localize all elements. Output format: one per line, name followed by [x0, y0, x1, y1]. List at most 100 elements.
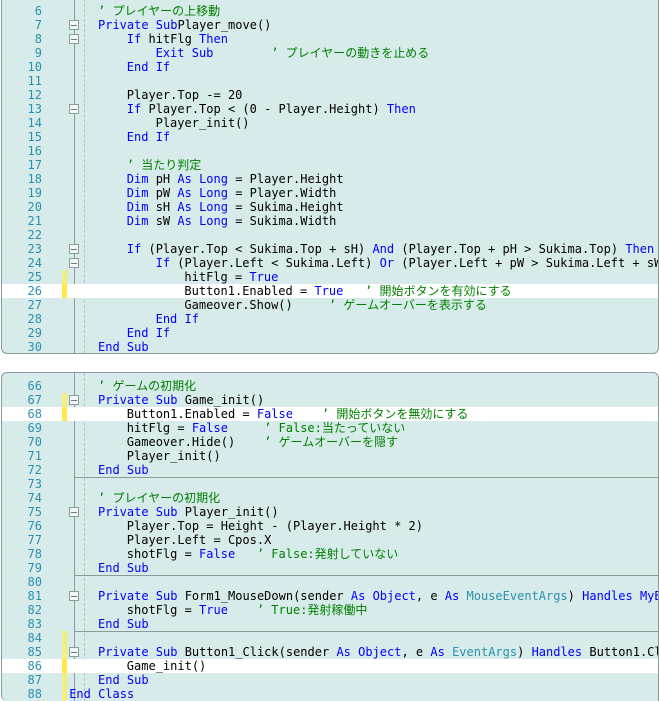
code-line-25[interactable]: 25 hitFlg = True [2, 270, 658, 284]
line-number: 7 [34, 18, 42, 32]
code-line-15[interactable]: 15 End If [2, 130, 658, 144]
code-text: Player.Top -= 20 [126, 88, 243, 102]
line-number: 85 [27, 645, 42, 659]
collapse-icon[interactable] [69, 20, 79, 30]
code-line-12[interactable]: 12 Player.Top -= 20 [2, 88, 658, 102]
code-line-9[interactable]: 9 Exit Sub ’ プレイヤーの動きを止める [2, 46, 658, 60]
collapse-icon[interactable] [69, 258, 79, 268]
code-text: End Sub [98, 617, 149, 631]
code-line-75[interactable]: 75 Private Sub Player_init() [2, 505, 658, 519]
code-line-30[interactable]: 30 End Sub [2, 340, 658, 354]
code-line-83[interactable]: 83 End Sub [2, 617, 658, 631]
code-editor-panel-bottom[interactable]: 66 ’ ゲームの初期化 67 Private Sub Game_init() 68 Bu… [1, 372, 659, 701]
code-line-80[interactable]: 80 [2, 575, 658, 589]
line-number: 18 [27, 172, 42, 186]
code-line-73[interactable]: 73 [2, 477, 658, 491]
line-number: 81 [27, 589, 42, 603]
line-number: 87 [27, 673, 42, 687]
line-number: 8 [34, 32, 42, 46]
code-line-82[interactable]: 82 shotFlg = True ’ True:発射稼働中 [2, 603, 658, 617]
code-line-67[interactable]: 67 Private Sub Game_init() [2, 393, 658, 407]
code-line-24[interactable]: 24 If (Player.Left < Sukima.Left) Or (Pla… [2, 256, 658, 270]
collapse-icon[interactable] [69, 34, 79, 44]
code-line-84[interactable]: 84 [2, 631, 658, 645]
line-number: 71 [27, 449, 42, 463]
code-text: ’ 当たり判定 [126, 158, 202, 172]
code-line-14[interactable]: 14 Player_init() [2, 116, 658, 130]
code-line-72[interactable]: 72 End Sub [2, 463, 658, 477]
code-text: Private Sub Form1_MouseDown(sender As Ob… [98, 589, 658, 603]
code-text: If (Player.Left < Sukima.Left) Or (Playe… [155, 256, 659, 270]
line-number: 10 [27, 60, 42, 74]
code-text: End Sub [98, 673, 149, 687]
code-line-13[interactable]: 13 If Player.Top < (0 - Player.Height) Th… [2, 102, 658, 116]
change-marker [62, 687, 67, 701]
collapse-icon[interactable] [69, 591, 79, 601]
line-number: 20 [27, 200, 42, 214]
code-line-77[interactable]: 77 Player.Left = Cpos.X [2, 533, 658, 547]
code-line-68[interactable]: 68 Button1.Enabled = False ’ 開始ボタンを無効にする [2, 407, 658, 421]
line-number: 15 [27, 130, 42, 144]
line-number: 6 [34, 4, 42, 18]
code-editor-panel-top[interactable]: 6 ’ プレイヤーの上移動 7 Private SubPlayer_move() 8 If… [1, 0, 659, 354]
code-text: Button1.Enabled = False ’ 開始ボタンを無効にする [126, 407, 469, 421]
line-number: 66 [27, 379, 42, 393]
line-number: 25 [27, 270, 42, 284]
code-line-74[interactable]: 74 ’ プレイヤーの初期化 [2, 491, 658, 505]
code-text: Button1.Enabled = True ’ 開始ボタンを有効にする [184, 284, 512, 298]
line-number: 28 [27, 312, 42, 326]
code-line-78[interactable]: 78 shotFlg = False ’ False:発射していない [2, 547, 658, 561]
code-line-23[interactable]: 23 If (Player.Top < Sukima.Top + sH) And … [2, 242, 658, 256]
code-line-79[interactable]: 79 End Sub [2, 561, 658, 575]
code-line-17[interactable]: 17 ’ 当たり判定 [2, 158, 658, 172]
code-line-7[interactable]: 7 Private SubPlayer_move() [2, 18, 658, 32]
line-number: 22 [27, 228, 42, 242]
change-marker [62, 284, 67, 298]
code-text: If hitFlg Then [126, 32, 228, 46]
collapse-icon[interactable] [69, 395, 79, 405]
code-line-20[interactable]: 20 Dim sH As Long = Sukima.Height [2, 200, 658, 214]
code-line-71[interactable]: 71 Player_init() [2, 449, 658, 463]
code-line-26[interactable]: 26 Button1.Enabled = True ’ 開始ボタンを有効にする [2, 284, 658, 298]
code-line-88[interactable]: 88 End Class [2, 687, 658, 701]
code-line-8[interactable]: 8 If hitFlg Then [2, 32, 658, 46]
collapse-icon[interactable] [69, 507, 79, 517]
collapse-icon[interactable] [69, 647, 79, 657]
code-line-81[interactable]: 81 Private Sub Form1_MouseDown(sender As … [2, 589, 658, 603]
line-number: 82 [27, 603, 42, 617]
code-line-18[interactable]: 18 Dim pH As Long = Player.Height [2, 172, 658, 186]
code-line-69[interactable]: 69 hitFlg = False ’ False:当たっていない [2, 421, 658, 435]
code-line-6[interactable]: 6 ’ プレイヤーの上移動 [2, 4, 658, 18]
code-line-87[interactable]: 87 End Sub [2, 673, 658, 687]
code-line-70[interactable]: 70 Gameover.Hide() ’ ゲームオーバーを隠す [2, 435, 658, 449]
collapse-icon[interactable] [69, 244, 79, 254]
code-line-10[interactable]: 10 End If [2, 60, 658, 74]
change-marker [62, 270, 67, 284]
line-number: 84 [27, 631, 42, 645]
line-number: 23 [27, 242, 42, 256]
line-number: 21 [27, 214, 42, 228]
collapse-icon[interactable] [69, 104, 79, 114]
line-number: 88 [27, 687, 42, 701]
code-line-66[interactable]: 66 ’ ゲームの初期化 [2, 379, 658, 393]
code-line-19[interactable]: 19 Dim pW As Long = Player.Width [2, 186, 658, 200]
line-number: 76 [27, 519, 42, 533]
code-text: Dim pW As Long = Player.Width [126, 186, 337, 200]
code-line-27[interactable]: 27 Gameover.Show() ’ ゲームオーバーを表示する [2, 298, 658, 312]
code-line-86[interactable]: 86 Game_init() [2, 659, 658, 673]
line-number: 72 [27, 463, 42, 477]
code-text: Player.Left = Cpos.X [126, 533, 272, 547]
code-line-85[interactable]: 85 Private Sub Button1_Click(sender As Ob… [2, 645, 658, 659]
code-line-76[interactable]: 76 Player.Top = Height - (Player.Height *… [2, 519, 658, 533]
line-number: 9 [34, 46, 42, 60]
code-line-16[interactable]: 16 [2, 144, 658, 158]
code-line-22[interactable]: 22 [2, 228, 658, 242]
code-text: End Sub [98, 340, 149, 354]
line-number: 77 [27, 533, 42, 547]
code-line-29[interactable]: 29 End If [2, 326, 658, 340]
code-text: hitFlg = True [184, 270, 279, 284]
line-number: 80 [27, 575, 42, 589]
code-line-28[interactable]: 28 End If [2, 312, 658, 326]
code-line-21[interactable]: 21 Dim sW As Long = Sukima.Width [2, 214, 658, 228]
code-line-11[interactable]: 11 [2, 74, 658, 88]
